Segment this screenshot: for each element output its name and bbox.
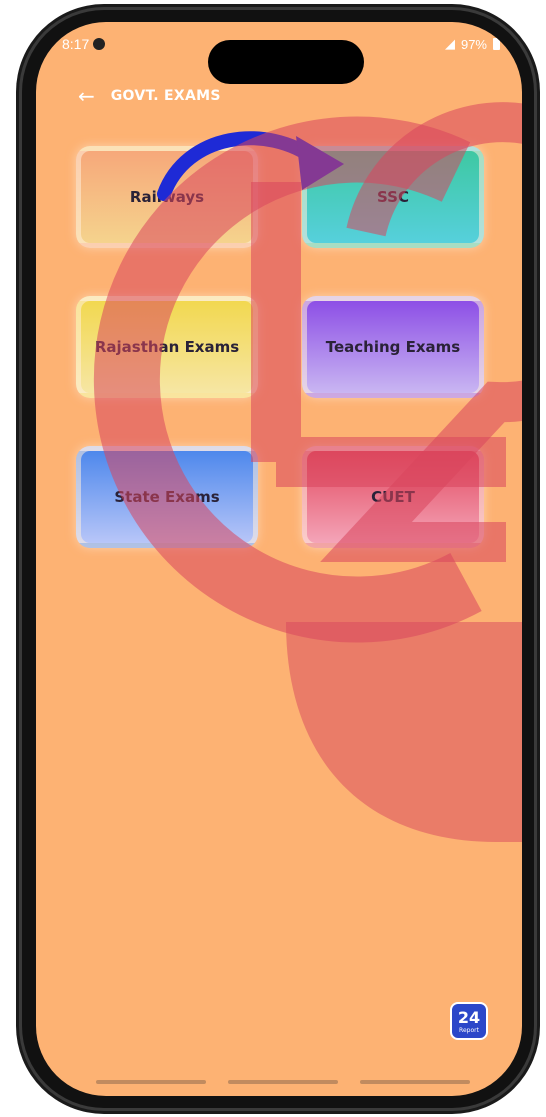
card-cuet[interactable]: CUET	[302, 446, 484, 548]
card-label: Rajasthan Exams	[94, 338, 240, 356]
card-label: CUET	[371, 488, 415, 506]
card-teaching-exams[interactable]: Teaching Exams	[302, 296, 484, 398]
nav-bar-right[interactable]	[360, 1080, 470, 1084]
app-header: ← GOVT. EXAMS	[78, 86, 221, 106]
signal-icon: ◢	[444, 36, 455, 51]
dynamic-island	[208, 40, 364, 84]
card-label: Teaching Exams	[325, 338, 461, 356]
battery-percent: 97%	[460, 36, 487, 52]
app-badge-icon[interactable]: 24 Report	[450, 1002, 488, 1040]
page-title: GOVT. EXAMS	[110, 88, 221, 104]
badge-sub: Report	[459, 1027, 479, 1034]
status-time-text: 8:17	[62, 36, 90, 52]
curved-arrow-icon	[157, 131, 344, 201]
back-arrow-icon[interactable]: ←	[78, 86, 95, 106]
card-label: SSC	[377, 188, 409, 206]
phone-screen: 8:17 ◢ 97% ← GOVT. EXAMS Railways SSC Ra…	[36, 22, 522, 1096]
nav-bar-center[interactable]	[228, 1080, 338, 1084]
badge-number: 24	[457, 1008, 481, 1027]
card-state-exams[interactable]: State Exams	[76, 446, 258, 548]
nav-bar-left[interactable]	[96, 1080, 206, 1084]
card-rajasthan-exams[interactable]: Rajasthan Exams	[76, 296, 258, 398]
status-bar-right: ◢ 97%	[445, 36, 500, 52]
notification-dot-icon	[93, 38, 106, 50]
card-label: State Exams	[114, 488, 220, 506]
status-bar-time: 8:17	[62, 36, 106, 52]
battery-icon	[493, 38, 500, 50]
